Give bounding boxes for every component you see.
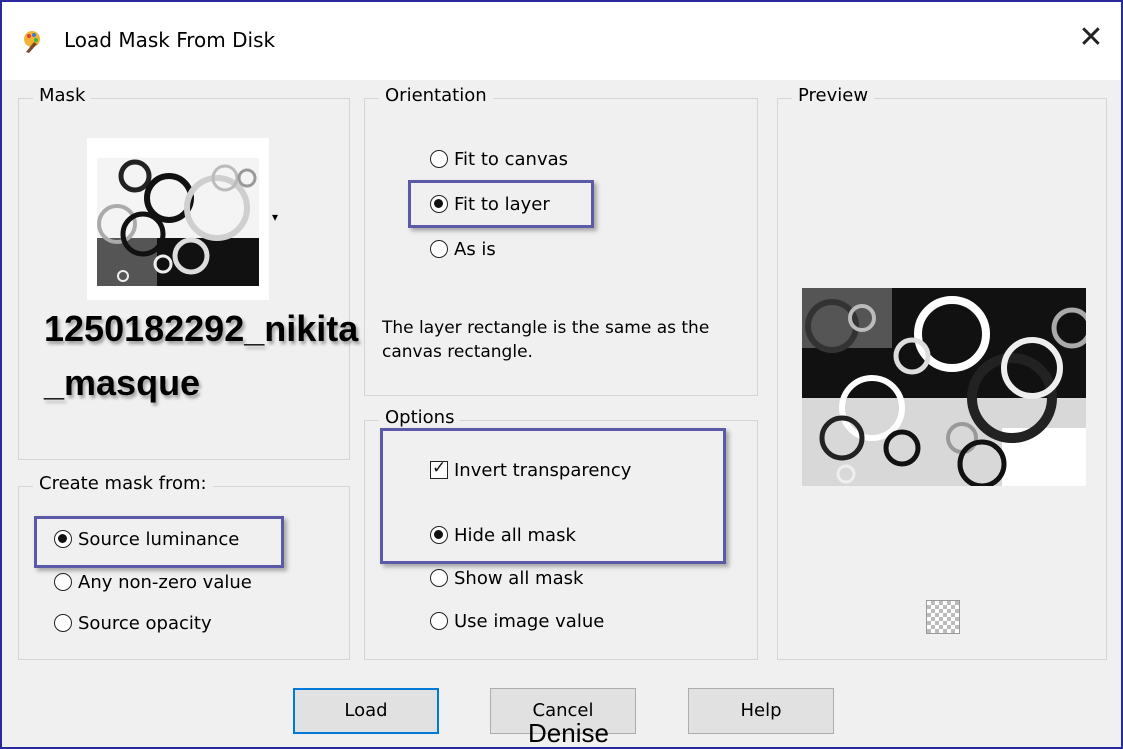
radio-label: Source opacity [78,612,212,634]
preview-group-label: Preview [792,85,875,106]
window-title: Load Mask From Disk [64,28,276,52]
radio-button-icon [430,150,448,168]
orientation-description: The layer rectangle is the same as the c… [382,318,710,362]
highlight-fit-to-layer [408,180,594,228]
radio-source-opacity[interactable]: Source opacity [54,609,212,637]
load-mask-dialog: Load Mask From Disk ✕ Mask ▾ 1250182292_… [0,0,1123,749]
watermark: Denise [528,718,609,748]
close-icon[interactable]: ✕ [1073,20,1109,56]
orientation-group-label: Orientation [379,85,493,106]
mask-dropdown-arrow-icon[interactable]: ▾ [272,210,278,224]
radio-label: Any non-zero value [78,571,252,593]
highlight-source-luminance [34,516,284,568]
title-bar: Load Mask From Disk ✕ [2,2,1121,80]
radio-label: Fit to canvas [454,148,569,170]
mask-preview-image [802,288,1086,486]
paint-shop-pro-icon [24,31,40,53]
checkerboard-icon[interactable] [926,600,960,634]
mask-group-label: Mask [33,85,92,106]
radio-button-icon [430,612,448,630]
radio-fit-to-canvas[interactable]: Fit to canvas [430,145,568,173]
radio-button-icon [430,569,448,587]
radio-label: Show all mask [454,567,584,589]
radio-label: As is [454,238,496,260]
radio-button-icon [54,573,72,591]
mask-name: 1250182292_nikita _masque [44,308,359,403]
radio-use-image-value[interactable]: Use image value [430,607,604,635]
create-mask-group-label: Create mask from: [33,473,213,494]
radio-button-icon [54,614,72,632]
radio-any-non-zero-value[interactable]: Any non-zero value [54,568,252,596]
help-button[interactable]: Help [688,688,834,734]
highlight-options [380,428,726,564]
radio-label: Use image value [454,610,605,632]
radio-as-is[interactable]: As is [430,235,496,263]
radio-button-icon [430,240,448,258]
radio-show-all-mask[interactable]: Show all mask [430,564,583,592]
options-group-label: Options [379,407,461,428]
load-button[interactable]: Load [293,688,439,734]
mask-thumbnail[interactable] [87,138,269,300]
